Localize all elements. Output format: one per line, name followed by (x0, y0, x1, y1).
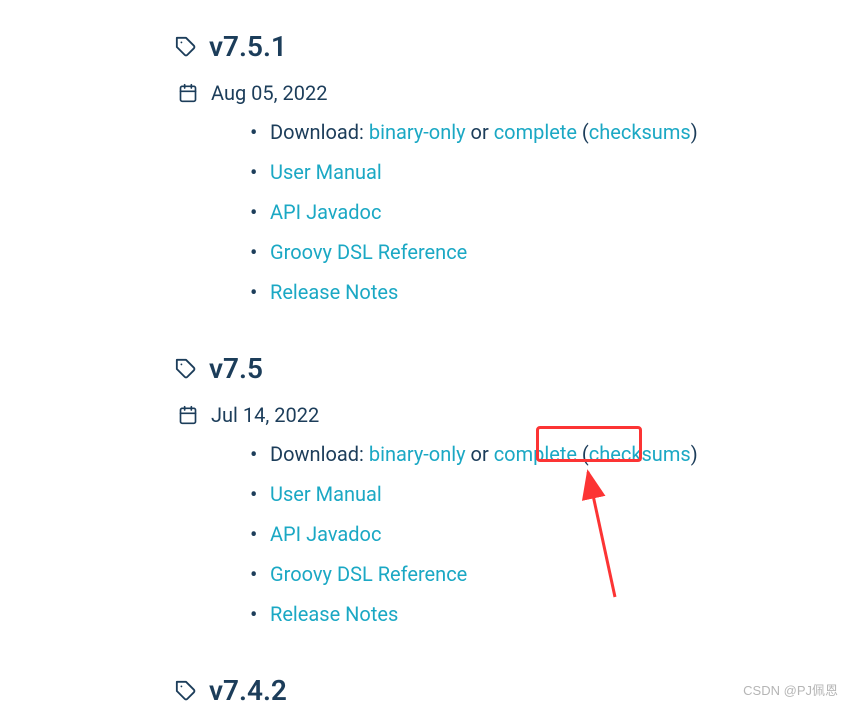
links-list: Download: binary-only or complete (check… (175, 117, 858, 307)
open-paren: ( (577, 442, 589, 466)
tag-icon (175, 680, 197, 702)
tag-icon (175, 36, 197, 58)
list-item: Release Notes (250, 277, 858, 307)
links-list: Download: binary-only or complete (check… (175, 439, 858, 629)
download-label: Download: (270, 120, 369, 144)
groovy-dsl-link[interactable]: Groovy DSL Reference (270, 562, 467, 586)
release-date: Jul 14, 2022 (211, 403, 319, 427)
list-item: API Javadoc (250, 197, 858, 227)
api-javadoc-link[interactable]: API Javadoc (270, 200, 381, 224)
user-manual-link[interactable]: User Manual (270, 160, 382, 184)
tag-icon (175, 358, 197, 380)
or-text: or (466, 442, 494, 466)
open-paren: ( (577, 120, 589, 144)
download-item: Download: binary-only or complete (check… (250, 117, 858, 147)
complete-link[interactable]: complete (494, 120, 577, 144)
version-row: v7.5 (175, 352, 858, 385)
watermark: CSDN @PJ佩恩 (743, 680, 838, 699)
version-title: v7.5.1 (209, 30, 287, 63)
complete-link[interactable]: complete (494, 442, 577, 466)
date-row: Aug 05, 2022 (175, 81, 858, 105)
release-date: Aug 05, 2022 (211, 81, 328, 105)
close-paren: ) (691, 120, 698, 144)
close-paren: ) (691, 442, 698, 466)
list-item: User Manual (250, 479, 858, 509)
binary-only-link[interactable]: binary-only (369, 442, 466, 466)
release-notes-link[interactable]: Release Notes (270, 602, 398, 626)
release-block: v7.5.1 Aug 05, 2022 Download: binary-onl… (175, 30, 858, 307)
version-title: v7.5 (209, 352, 263, 385)
version-title: v7.4.2 (209, 674, 287, 707)
api-javadoc-link[interactable]: API Javadoc (270, 522, 381, 546)
date-row: Jul 14, 2022 (175, 403, 858, 427)
binary-only-link[interactable]: binary-only (369, 120, 466, 144)
list-item: API Javadoc (250, 519, 858, 549)
list-item: User Manual (250, 157, 858, 187)
checksums-link[interactable]: checksums (589, 442, 691, 466)
or-text: or (466, 120, 494, 144)
list-item: Release Notes (250, 599, 858, 629)
user-manual-link[interactable]: User Manual (270, 482, 382, 506)
checksums-link[interactable]: checksums (589, 120, 691, 144)
release-notes-link[interactable]: Release Notes (270, 280, 398, 304)
list-item: Groovy DSL Reference (250, 237, 858, 267)
list-item: Groovy DSL Reference (250, 559, 858, 589)
release-block: v7.5 Jul 14, 2022 Download: binary-only … (175, 352, 858, 629)
groovy-dsl-link[interactable]: Groovy DSL Reference (270, 240, 467, 264)
download-label: Download: (270, 442, 369, 466)
calendar-icon (177, 82, 199, 104)
version-row: v7.5.1 (175, 30, 858, 63)
download-item: Download: binary-only or complete (check… (250, 439, 858, 469)
calendar-icon (177, 404, 199, 426)
